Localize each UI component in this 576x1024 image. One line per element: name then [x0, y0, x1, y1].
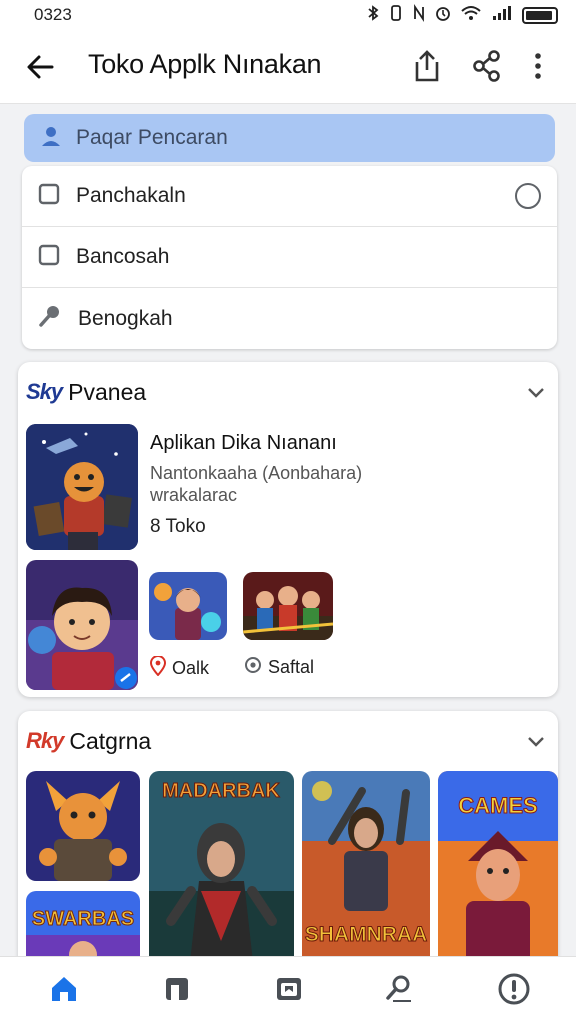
- section-logo: Sky: [26, 379, 63, 404]
- battery-icon: [522, 6, 558, 24]
- chevron-down-icon[interactable]: [526, 382, 546, 402]
- info-icon[interactable]: [496, 971, 532, 1007]
- section-header[interactable]: Rky Catgrna: [18, 711, 558, 771]
- status-bar: 0323: [0, 0, 576, 30]
- game-thumbnail[interactable]: [26, 560, 138, 690]
- square-icon: [38, 183, 60, 210]
- square-icon: [38, 244, 60, 271]
- share-icon[interactable]: [470, 48, 504, 84]
- share-upload-icon[interactable]: [410, 48, 444, 84]
- alarm-icon: [435, 4, 451, 27]
- status-icons: [366, 3, 558, 27]
- poster-title: MADARBAK: [162, 780, 280, 802]
- apps-icon[interactable]: [159, 971, 195, 1007]
- app-description: Nantonkaaha (Aonbahara) wrakalarac: [150, 463, 363, 505]
- poster-title: CAMES: [458, 793, 537, 818]
- bluetooth-icon: [366, 4, 380, 27]
- section-header[interactable]: Sky Pvanea: [18, 362, 558, 422]
- section-logo: Rky: [26, 728, 64, 753]
- status-time: 0323: [34, 5, 72, 24]
- wifi-icon: [460, 4, 482, 27]
- menu-item-bancosah[interactable]: Bancosah: [22, 227, 557, 288]
- key-icon: [38, 304, 62, 333]
- menu-item-label: Benogkah: [78, 306, 173, 330]
- app-thumbnail[interactable]: [26, 424, 138, 550]
- chevron-down-icon[interactable]: [526, 731, 546, 751]
- target-icon: [244, 656, 262, 679]
- signal-icon: [491, 4, 513, 27]
- bottom-navigation: [0, 956, 576, 1024]
- tag-label: Saftal: [268, 657, 315, 677]
- filter-menu: Panchakaln Bancosah Benogkah: [22, 166, 557, 349]
- location-tag[interactable]: Oalk: [149, 655, 210, 681]
- location-pin-icon: [149, 655, 167, 681]
- game-thumbnail[interactable]: [243, 572, 333, 640]
- app-bar: Toko Applk Nınakan: [0, 30, 576, 104]
- arrow-left-icon[interactable]: [24, 50, 58, 84]
- radio-button[interactable]: [515, 183, 541, 209]
- target-tag[interactable]: Saftal: [244, 656, 314, 679]
- nfc-icon: [412, 3, 426, 27]
- search-input[interactable]: Paqar Pencaran: [76, 126, 228, 150]
- search-bar[interactable]: Paqar Pencaran: [24, 114, 555, 162]
- person-icon: [40, 125, 62, 152]
- home-icon[interactable]: [46, 971, 82, 1007]
- category-section: Rky Catgrna SWARBAS MADARBAK SHAMNRAA CA…: [18, 711, 558, 971]
- section-title: Pvanea: [68, 378, 147, 405]
- game-thumbnail[interactable]: CAMES: [438, 771, 558, 971]
- vibrate-icon: [389, 4, 403, 27]
- page-title: Toko Applk Nınakan: [88, 49, 322, 79]
- tag-label: Oalk: [172, 658, 210, 678]
- updates-icon[interactable]: [381, 971, 417, 1007]
- more-vert-icon[interactable]: [528, 48, 548, 84]
- game-thumbnail[interactable]: SHAMNRAA: [302, 771, 430, 971]
- store-count: 8 Toko: [150, 516, 206, 537]
- menu-item-panchakaln[interactable]: Panchakaln: [22, 166, 557, 227]
- section-title: Catgrna: [69, 727, 152, 754]
- poster-title: SWARBAS: [32, 908, 134, 930]
- library-icon[interactable]: [271, 971, 307, 1007]
- menu-item-label: Bancosah: [76, 245, 170, 268]
- menu-item-benogkah[interactable]: Benogkah: [22, 288, 557, 349]
- game-thumbnail[interactable]: [26, 771, 140, 881]
- menu-item-label: Panchakaln: [76, 184, 186, 207]
- game-thumbnail[interactable]: [149, 572, 227, 640]
- poster-title: SHAMNRAA: [305, 923, 428, 946]
- app-name[interactable]: Aplikan Dika Nıananı: [150, 432, 337, 455]
- game-thumbnail[interactable]: MADARBAK: [149, 771, 294, 971]
- featured-section: Sky Pvanea Aplikan Dika Nıananı Nantonka…: [18, 362, 558, 697]
